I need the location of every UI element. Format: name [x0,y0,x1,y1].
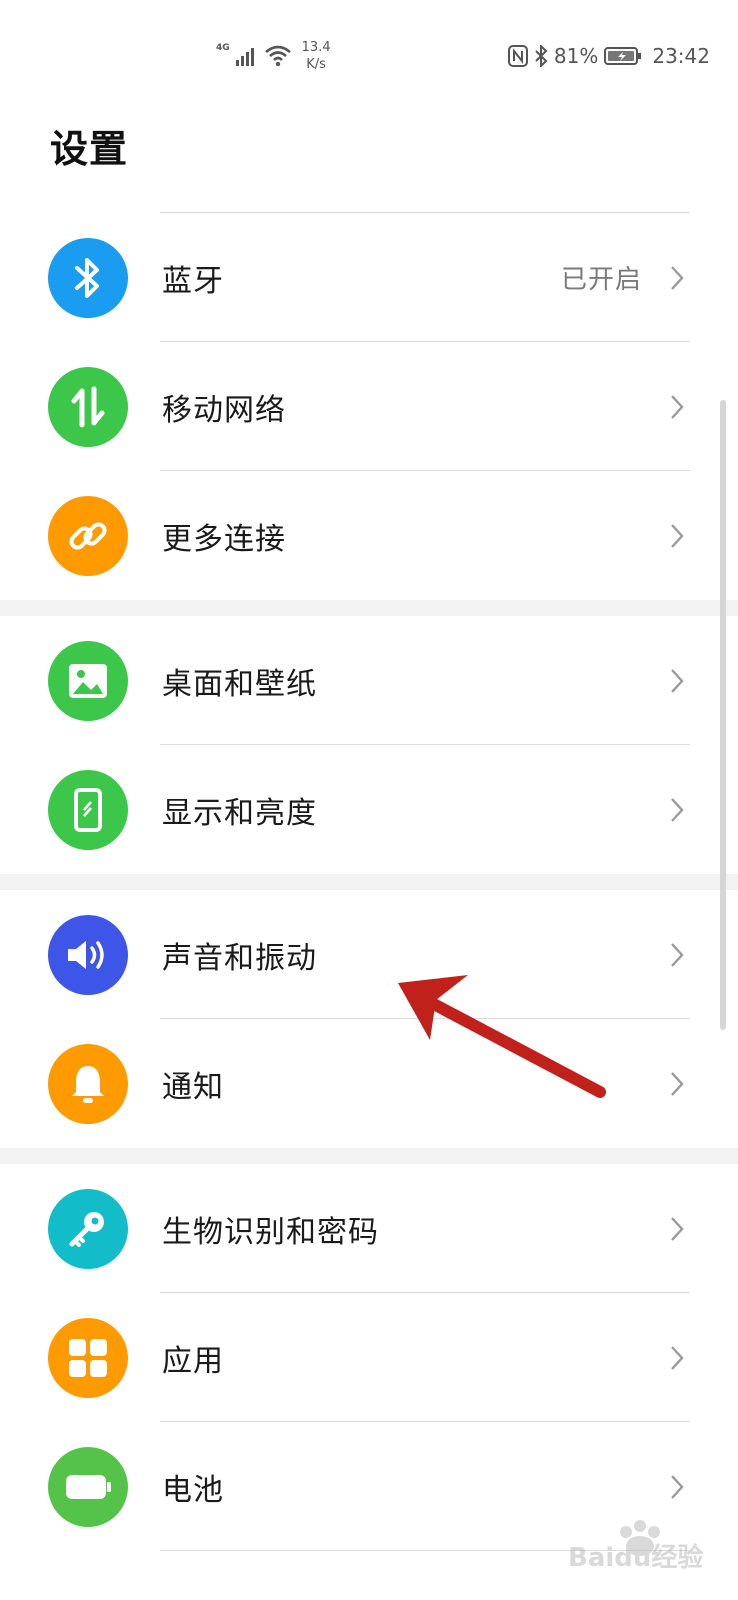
chevron-right-icon [668,392,686,422]
chevron-right-icon [668,795,686,825]
settings-item-display-brightness[interactable]: 显示和亮度 [0,745,738,874]
battery-charging-icon [604,47,642,65]
nfc-icon [507,45,528,67]
settings-item-bluetooth[interactable]: 蓝牙 已开启 [0,213,738,342]
group-separator [0,1148,738,1164]
settings-group-connectivity: 蓝牙 已开启 移动网络 更多连接 [0,213,738,600]
settings-group-display: 桌面和壁纸 显示和亮度 [0,616,738,874]
signal-icon [235,48,254,66]
settings-item-biometrics-password[interactable]: 生物识别和密码 [0,1164,738,1293]
network-type: 4G [216,43,230,53]
chevron-right-icon [668,666,686,696]
wifi-icon [264,45,291,67]
settings-item-mobile-network[interactable]: 移动网络 [0,342,738,471]
chevron-right-icon [668,1069,686,1099]
baidu-watermark: Baidu经验 [564,1512,714,1573]
settings-item-sound-vibration[interactable]: 声音和振动 [0,890,738,1019]
settings-item-value: 已开启 [560,265,642,295]
apps-icon [48,1317,128,1398]
net-speed: 13.4 K/s [301,40,331,72]
sound-icon [48,914,128,995]
chevron-right-icon [668,940,686,970]
bell-icon [48,1043,128,1124]
wallpaper-icon [48,640,128,721]
display-icon [48,769,128,850]
settings-list: 蓝牙 已开启 移动网络 更多连接 桌面和壁纸 显示和亮度 声音和振动 通知 生物… [0,213,738,1551]
chevron-right-icon [668,263,686,293]
key-icon [48,1188,128,1269]
settings-item-label: 桌面和壁纸 [162,666,317,702]
settings-item-more-connections[interactable]: 更多连接 [0,471,738,600]
status-bar: 4G 13.4 K/s 81% 23:42 [0,0,738,100]
settings-item-label: 显示和亮度 [162,795,317,831]
settings-item-label: 应用 [162,1343,224,1379]
settings-item-label: 更多连接 [162,521,286,557]
settings-group-sound: 声音和振动 通知 [0,890,738,1148]
battery-percent: 81% [553,44,599,68]
mobile-data-icon [48,366,128,447]
settings-group-security-apps: 生物识别和密码 应用 电池 [0,1164,738,1551]
settings-item-label: 通知 [162,1069,224,1105]
bluetooth-status-icon [535,45,548,67]
status-bar-right: 81% 23:42 [507,36,710,76]
chevron-right-icon [668,1472,686,1502]
chevron-right-icon [668,1343,686,1373]
chevron-right-icon [668,521,686,551]
status-bar-network: 4G 13.4 K/s [216,36,331,76]
settings-item-label: 移动网络 [162,392,286,428]
bluetooth-icon [48,237,128,318]
settings-item-label: 声音和振动 [162,940,317,976]
settings-item-home-wallpaper[interactable]: 桌面和壁纸 [0,616,738,745]
settings-item-apps[interactable]: 应用 [0,1293,738,1422]
scrollbar[interactable] [720,400,726,1030]
clock: 23:42 [652,44,710,68]
settings-item-label: 蓝牙 [162,263,224,299]
chevron-right-icon [668,1214,686,1244]
settings-item-label: 电池 [162,1472,224,1508]
battery-icon [48,1446,128,1527]
settings-item-notifications[interactable]: 通知 [0,1019,738,1148]
svg-text:Baidu经验: Baidu经验 [568,1542,703,1572]
page-title: 设置 [50,127,129,171]
group-separator [0,874,738,890]
link-icon [48,495,128,576]
group-separator [0,600,738,616]
settings-item-label: 生物识别和密码 [162,1214,379,1250]
